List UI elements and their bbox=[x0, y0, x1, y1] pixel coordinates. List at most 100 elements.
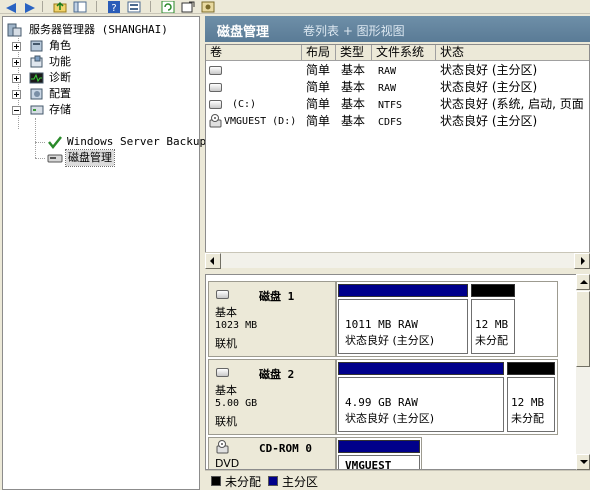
column-header-status[interactable]: 状态 bbox=[436, 45, 589, 61]
partition-primary[interactable]: VMGUEST bbox=[337, 438, 421, 470]
volume-status: 状态良好 (主分区) bbox=[440, 63, 538, 77]
table-row[interactable]: 简单 基本 RAW 状态良好 (主分区) bbox=[206, 79, 589, 96]
content-header: 磁盘管理 卷列表 + 图形视图 bbox=[205, 16, 590, 42]
expand-plus-icon[interactable] bbox=[12, 42, 21, 51]
volume-type: 基本 bbox=[341, 80, 366, 94]
partition-box: VMGUEST bbox=[338, 455, 420, 470]
tree-item-label: 角色 bbox=[49, 39, 71, 52]
back-arrow-icon[interactable] bbox=[4, 0, 18, 13]
column-header-filesystem[interactable]: 文件系统 bbox=[372, 45, 436, 61]
vertical-scrollbar[interactable] bbox=[576, 274, 590, 470]
configuration-icon bbox=[29, 87, 45, 101]
volume-layout: 简单 bbox=[306, 97, 331, 111]
primary-partition-bar bbox=[338, 440, 420, 453]
disk-1-info[interactable]: 磁盘 1 基本 1023 MB 联机 bbox=[208, 281, 336, 357]
disk-type: DVD bbox=[215, 457, 240, 470]
cdrom-0-partitions: VMGUEST bbox=[336, 437, 422, 470]
tree-item-features[interactable]: 功能 bbox=[11, 54, 191, 70]
drive-icon bbox=[209, 66, 222, 75]
scroll-up-button[interactable] bbox=[576, 274, 590, 290]
volume-status: 状态良好 (主分区) bbox=[440, 80, 538, 94]
scroll-thumb[interactable] bbox=[576, 291, 590, 367]
scroll-right-button[interactable] bbox=[574, 253, 590, 269]
tree-connector bbox=[35, 118, 36, 158]
tree-item-diagnostics[interactable]: 诊断 bbox=[11, 70, 191, 86]
settings-icon[interactable] bbox=[200, 0, 215, 13]
partition-label: VMGUEST bbox=[345, 459, 392, 470]
legend-swatch-primary bbox=[268, 476, 278, 486]
cd-drive-icon bbox=[216, 440, 229, 454]
expand-plus-icon[interactable] bbox=[12, 90, 21, 99]
disk-size: 1023 MB bbox=[215, 320, 258, 331]
disk-name: 磁盘 2 bbox=[259, 368, 295, 381]
properties-icon[interactable] bbox=[126, 0, 141, 13]
disk-2-partitions: 4.99 GB RAW 状态良好 (主分区) 12 MB 未分配 bbox=[336, 359, 558, 435]
tree-root-server-manager[interactable]: 服务器管理器 (SHANGHAI) bbox=[7, 22, 197, 38]
expand-plus-icon[interactable] bbox=[12, 58, 21, 67]
scroll-left-button[interactable] bbox=[205, 253, 221, 269]
partition-primary[interactable]: 4.99 GB RAW 状态良好 (主分区) bbox=[337, 360, 505, 434]
tree-item-storage[interactable]: 存储 bbox=[11, 102, 191, 118]
tree-item-roles[interactable]: 角色 bbox=[11, 38, 191, 54]
refresh-icon[interactable] bbox=[160, 0, 175, 14]
disk-type: 基本 bbox=[215, 306, 237, 319]
table-row[interactable]: VMGUEST (D:) 简单 基本 CDFS 状态良好 (主分区) bbox=[206, 113, 589, 130]
tree-item-disk-management[interactable]: 磁盘管理 bbox=[47, 149, 197, 167]
volume-filesystem: RAW bbox=[378, 66, 397, 77]
tree-item-label: 诊断 bbox=[49, 71, 71, 84]
disk-icon bbox=[216, 290, 229, 299]
show-hide-tree-icon[interactable] bbox=[72, 0, 87, 13]
tree-item-label: 存储 bbox=[49, 103, 71, 116]
column-header-volume[interactable]: 卷 bbox=[206, 45, 302, 61]
tree-connector bbox=[35, 158, 45, 159]
partition-size: 1011 MB RAW bbox=[345, 318, 418, 331]
backup-icon bbox=[47, 135, 63, 150]
features-icon bbox=[29, 55, 45, 69]
cd-drive-icon bbox=[209, 114, 222, 128]
partition-unallocated[interactable]: 12 MB 未分配 bbox=[506, 360, 556, 434]
tree-connector bbox=[35, 142, 45, 143]
tree-item-configuration[interactable]: 配置 bbox=[11, 86, 191, 102]
partition-unallocated[interactable]: 12 MB 未分配 bbox=[470, 282, 516, 356]
toolbar-separator bbox=[150, 1, 151, 12]
horizontal-scrollbar[interactable] bbox=[205, 252, 590, 269]
pane-splitter[interactable] bbox=[205, 269, 590, 273]
unallocated-bar bbox=[507, 362, 555, 375]
disk-1-partitions: 1011 MB RAW 状态良好 (主分区) 12 MB 未分配 bbox=[336, 281, 558, 357]
disk-type: 基本 bbox=[215, 384, 237, 397]
partition-box: 4.99 GB RAW 状态良好 (主分区) bbox=[338, 377, 504, 432]
disk-size: 5.00 GB bbox=[215, 398, 258, 409]
tree-item-label: Windows Server Backup bbox=[67, 135, 207, 148]
help-icon[interactable]: ? bbox=[106, 0, 120, 14]
column-header-layout[interactable]: 布局 bbox=[302, 45, 336, 61]
disk-state: 联机 bbox=[215, 415, 237, 428]
navigation-tree: 服务器管理器 (SHANGHAI) 角色 功能 诊断 配置 存储 Windows… bbox=[2, 16, 206, 490]
cdrom-0-info[interactable]: CD-ROM 0 DVD bbox=[208, 437, 336, 470]
table-row[interactable]: (C:) 简单 基本 NTFS 状态良好 (系统, 启动, 页面 bbox=[206, 96, 589, 113]
volume-filesystem: NTFS bbox=[378, 100, 403, 111]
disk-2-info[interactable]: 磁盘 2 基本 5.00 GB 联机 bbox=[208, 359, 336, 435]
collapse-minus-icon[interactable] bbox=[12, 106, 21, 115]
disk-state: 联机 bbox=[215, 337, 237, 350]
volume-type: 基本 bbox=[341, 114, 366, 128]
forward-arrow-icon[interactable] bbox=[22, 0, 36, 13]
partition-size: 12 MB bbox=[475, 318, 509, 331]
legend-label: 主分区 bbox=[282, 475, 319, 489]
table-row[interactable]: 简单 基本 RAW 状态良好 (主分区) bbox=[206, 62, 589, 79]
column-header-type[interactable]: 类型 bbox=[336, 45, 372, 61]
scroll-down-button[interactable] bbox=[576, 454, 590, 470]
toolbar-separator bbox=[96, 1, 97, 12]
partition-size: 4.99 GB RAW bbox=[345, 396, 418, 409]
roles-icon bbox=[29, 39, 45, 53]
export-icon[interactable] bbox=[180, 0, 195, 13]
tree-item-windows-server-backup[interactable]: Windows Server Backup bbox=[47, 134, 206, 150]
up-folder-icon[interactable] bbox=[52, 0, 67, 13]
partition-primary[interactable]: 1011 MB RAW 状态良好 (主分区) bbox=[337, 282, 469, 356]
partition-status: 未分配 bbox=[475, 334, 508, 347]
volume-name: VMGUEST (D:) bbox=[224, 116, 297, 127]
view-mode-label: 卷列表 + 图形视图 bbox=[303, 24, 405, 38]
expand-plus-icon[interactable] bbox=[12, 74, 21, 83]
disk-name: CD-ROM 0 bbox=[259, 442, 312, 455]
legend-swatch-unallocated bbox=[211, 476, 221, 486]
tree-item-label: 配置 bbox=[49, 87, 71, 100]
